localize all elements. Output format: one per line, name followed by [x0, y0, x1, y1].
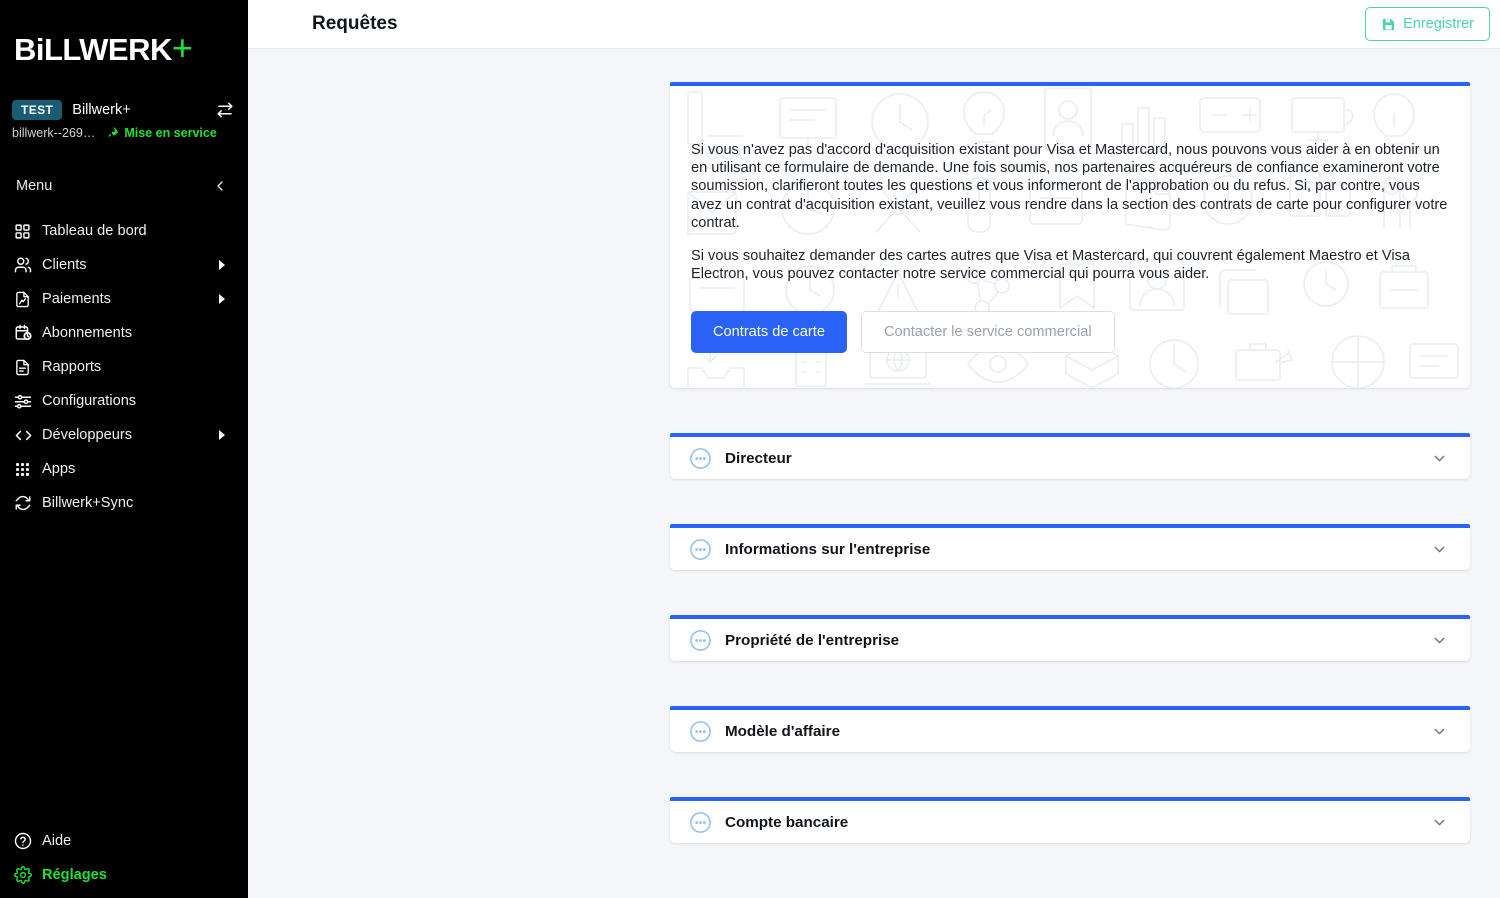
sidebar-item-abonnements[interactable]: Abonnements	[0, 316, 248, 350]
brand-logo-text: BiLLWERK	[14, 32, 172, 67]
sidebar-item-developpeurs[interactable]: Développeurs	[0, 418, 248, 452]
tenant-name: Billwerk+	[72, 102, 131, 118]
sidebar-item-clients[interactable]: Clients	[0, 248, 248, 282]
chevron-left-icon[interactable]	[212, 178, 228, 194]
section-compte-bancaire[interactable]: Compte bancaire	[670, 797, 1470, 843]
sidebar-item-label: Tableau de bord	[42, 223, 147, 239]
brand-logo-plus: +	[171, 27, 193, 68]
sidebar-bottom: Aide Réglages	[0, 824, 248, 892]
section-informations-entreprise[interactable]: Informations sur l'entreprise	[670, 524, 1470, 570]
sidebar-item-label: Réglages	[42, 867, 107, 883]
section-title: Modèle d'affaire	[725, 722, 841, 740]
save-button-label: Enregistrer	[1403, 16, 1474, 32]
app-root: BiLLWERK+ TEST Billwerk+ billwerk--269…	[0, 0, 1500, 898]
chevron-down-icon[interactable]	[1431, 632, 1448, 649]
code-brackets-icon	[14, 426, 42, 445]
ellipsis-circle-icon	[689, 629, 712, 652]
sidebar-item-aide[interactable]: Aide	[0, 824, 248, 858]
chevron-down-icon[interactable]	[1431, 541, 1448, 558]
intro-paragraph-2: Si vous souhaitez demander des cartes au…	[691, 248, 1410, 283]
sidebar-item-label: Apps	[42, 461, 76, 477]
sync-refresh-icon	[14, 494, 42, 512]
sidebar-nav: Tableau de bord Clients Paiements Abonne…	[0, 204, 248, 520]
sidebar-item-label: Paiements	[42, 291, 111, 307]
sidebar: BiLLWERK+ TEST Billwerk+ billwerk--269…	[0, 0, 248, 898]
sidebar-item-label: Abonnements	[42, 325, 133, 341]
document-icon	[14, 359, 42, 376]
calendar-clock-icon	[14, 324, 42, 342]
section-propriete-entreprise[interactable]: Propriété de l'entreprise	[670, 615, 1470, 661]
sliders-icon	[14, 392, 42, 410]
intro-card: Si vous n'avez pas d'accord d'acquisitio…	[670, 82, 1470, 388]
tenant-switcher[interactable]: TEST Billwerk+ billwerk--269… Mise en se…	[0, 96, 248, 154]
chevron-right-icon[interactable]	[216, 259, 228, 271]
sidebar-item-label: Aide	[42, 833, 72, 849]
section-modele-affaire[interactable]: Modèle d'affaire	[670, 706, 1470, 752]
status-badge: TEST	[12, 100, 63, 120]
swap-horizontal-icon[interactable]	[216, 101, 234, 119]
rocket-icon	[105, 126, 119, 140]
page-title: Requêtes	[312, 13, 398, 34]
sidebar-item-rapports[interactable]: Rapports	[0, 350, 248, 384]
sidebar-item-label: Billwerk+Sync	[42, 495, 134, 511]
brand-logo[interactable]: BiLLWERK+	[0, 0, 248, 96]
chevron-down-icon[interactable]	[1431, 450, 1448, 467]
sidebar-item-paiements[interactable]: Paiements	[0, 282, 248, 316]
intro-paragraph-1: Si vous n'avez pas d'accord d'acquisitio…	[691, 142, 1448, 231]
menu-label: Menu	[16, 178, 53, 194]
sidebar-item-label: Rapports	[42, 359, 102, 375]
apps-dots-icon	[14, 461, 42, 478]
sidebar-item-label: Clients	[42, 257, 87, 273]
sidebar-item-tableau-de-bord[interactable]: Tableau de bord	[0, 214, 248, 248]
section-title: Compte bancaire	[725, 813, 849, 831]
save-button[interactable]: Enregistrer	[1365, 7, 1490, 41]
sidebar-item-apps[interactable]: Apps	[0, 452, 248, 486]
chevron-right-icon[interactable]	[216, 293, 228, 305]
tenant-status-text: Mise en service	[124, 126, 217, 140]
contact-sales-button[interactable]: Contacter le service commercial	[860, 310, 1115, 353]
users-icon	[14, 256, 42, 274]
sidebar-item-reglages[interactable]: Réglages	[0, 858, 248, 892]
section-title: Informations sur l'entreprise	[725, 540, 931, 558]
sidebar-item-label: Configurations	[42, 393, 137, 409]
sidebar-item-configurations[interactable]: Configurations	[0, 384, 248, 418]
save-disk-icon	[1381, 17, 1396, 32]
ellipsis-circle-icon	[689, 811, 712, 834]
question-circle-icon	[14, 832, 42, 850]
ellipsis-circle-icon	[689, 720, 712, 743]
invoice-icon	[14, 291, 42, 308]
chevron-down-icon[interactable]	[1431, 723, 1448, 740]
chevron-down-icon[interactable]	[1431, 814, 1448, 831]
intro-button-row: Contrats de carte Contacter le service c…	[691, 310, 1449, 353]
menu-header: Menu	[0, 154, 248, 204]
content-scroll[interactable]: Si vous n'avez pas d'accord d'acquisitio…	[248, 49, 1500, 898]
sidebar-item-billwerk-sync[interactable]: Billwerk+Sync	[0, 486, 248, 520]
sidebar-item-label: Développeurs	[42, 427, 133, 443]
main-area: Requêtes Enregistrer Si vous n'avez pas …	[248, 0, 1500, 898]
chevron-right-icon[interactable]	[216, 429, 228, 441]
section-title: Propriété de l'entreprise	[725, 631, 900, 649]
tenant-id: billwerk--269…	[12, 126, 96, 140]
section-title: Directeur	[725, 449, 792, 467]
section-directeur[interactable]: Directeur	[670, 433, 1470, 479]
dashboard-grid-icon	[14, 223, 42, 240]
gear-icon	[14, 866, 42, 884]
ellipsis-circle-icon	[689, 447, 712, 470]
ellipsis-circle-icon	[689, 538, 712, 561]
card-contracts-button[interactable]: Contrats de carte	[691, 310, 847, 353]
topbar: Requêtes Enregistrer	[248, 0, 1500, 49]
